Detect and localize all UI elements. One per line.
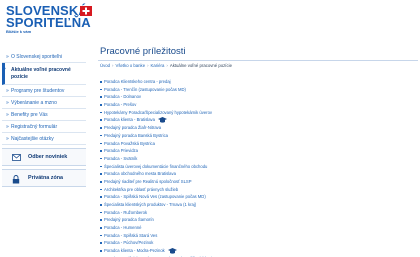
- job-link[interactable]: Poradca Klientskeho centra - predaj: [100, 78, 300, 86]
- job-title: Predajný poradca Žiaľr-Nitrava: [104, 125, 162, 131]
- sidebar-item-label: Aktuálne voľné pracovné pozície: [11, 67, 71, 80]
- job-link[interactable]: Poradca - Prešov: [100, 101, 300, 109]
- job-link[interactable]: Architekt/ka pre oblasť právnych služieb: [100, 186, 300, 194]
- breadcrumb-home[interactable]: Úvod: [100, 63, 110, 68]
- job-link[interactable]: Poradca - Ružomberok: [100, 209, 300, 217]
- job-title: Poradca - Púchov/Pezinok: [104, 240, 154, 246]
- bullet-icon: »: [6, 124, 9, 130]
- job-title: Hypotekárny Poradca/Špecializovaný hypot…: [104, 109, 213, 115]
- sidebar-item-label: Registračný formulár: [11, 124, 58, 130]
- sidebar-nav: » O Slovenskej sporiteľni » Aktuálne voľné…: [2, 51, 86, 187]
- job-list: Poradca Klientskeho centra - predaj Porad…: [100, 78, 300, 257]
- sidebar-item-about[interactable]: » O Slovenskej sporiteľni: [2, 51, 86, 63]
- breadcrumb-separator: ›: [166, 63, 168, 68]
- sidebar-item-benefits[interactable]: » Benefity pre Vás: [2, 109, 86, 121]
- private-zone-link[interactable]: Privátna zóna: [2, 169, 86, 187]
- sidebar-item-label: Benefity pre Vás: [11, 112, 48, 118]
- brand-name-line2: SPORITEĽŇA: [6, 15, 91, 30]
- job-link[interactable]: Poradca obchodného mesta Bratislava: [100, 170, 300, 178]
- bullet-icon: »: [3, 66, 6, 72]
- brand-tagline: Blížšie k vám: [6, 29, 32, 34]
- job-title: Poradca - Spišská Stará Ves: [104, 232, 158, 238]
- job-title: Poradca - Ružomberok: [104, 209, 148, 215]
- job-link[interactable]: Hypotekárny Poradca/Špecializovaný hypot…: [100, 109, 300, 117]
- job-title: Poradca - Dolnanov: [104, 94, 142, 100]
- bullet-icon: »: [6, 112, 9, 118]
- job-link[interactable]: Poradca - Spišská Stará Ves: [100, 232, 300, 240]
- job-title: Poradca klienta - Modra-Pezinok: [104, 248, 165, 254]
- page-title: Pracovné príležitosti: [100, 46, 186, 57]
- job-link[interactable]: Špecialista úverovej dokumentácie finanč…: [100, 163, 300, 171]
- job-link[interactable]: Poradca - Dolnanov: [100, 93, 300, 101]
- graduate-cap-icon: [167, 248, 177, 254]
- job-title: Poradca - Trenčín (zastupovanie počas MD…: [104, 86, 186, 92]
- job-link[interactable]: Poradca Prievidza: [100, 147, 300, 155]
- job-link[interactable]: Poradca - Humenné: [100, 224, 300, 232]
- job-link[interactable]: Predajný poradca Šamorín: [100, 216, 300, 224]
- job-link[interactable]: Špecialista klientských produktov - Trna…: [100, 201, 300, 209]
- job-title: Poradca - Spišská Nová Ves (zastupovanie…: [104, 194, 206, 200]
- job-title: Poradca - Humenné: [104, 225, 142, 231]
- job-title: Poradca Prievidza: [104, 148, 138, 154]
- job-title: Architekt/ka pre oblasť právnych služieb: [104, 186, 179, 192]
- breadcrumb-current: Aktuálne voľné pracovné pozície: [169, 63, 232, 68]
- job-link[interactable]: Predajný poradca Žiaľr-Nitrava: [100, 124, 300, 132]
- bullet-icon: »: [6, 88, 9, 94]
- job-link[interactable]: Predajný poradca Banská Bystrica: [100, 132, 300, 140]
- newsletter-link[interactable]: Odber noviniek: [2, 148, 86, 166]
- breadcrumb: Úvod › Všetko o banke › Kariéra › Aktuálne voľ…: [100, 63, 232, 68]
- sidebar-item-label: Výberánanie a mzno: [11, 100, 57, 106]
- job-title: Poradca klienta - Bratislava: [104, 117, 155, 123]
- breadcrumb-separator: ›: [112, 63, 114, 68]
- job-link[interactable]: Poradca - Spišská Nová Ves (zastupovanie…: [100, 193, 300, 201]
- graduate-cap-icon: [157, 117, 167, 123]
- private-zone-label: Privátna zóna: [28, 175, 64, 181]
- job-link[interactable]: Poradca klienta - Modra-Pezinok: [100, 247, 300, 255]
- sidebar-item-registration[interactable]: » Registračný formulár: [2, 121, 86, 133]
- job-title: Predajný poradca Šamorín: [104, 217, 154, 223]
- job-title: Poradca - Prešov: [104, 102, 137, 108]
- job-title: Predajný poradca Banská Bystrica: [104, 132, 169, 138]
- job-title: Poradca obchodného mesta Bratislava: [104, 171, 176, 177]
- breadcrumb-career[interactable]: Kariéra: [151, 63, 165, 68]
- lock-icon: [12, 175, 20, 184]
- breadcrumb-about-bank[interactable]: Všetko o banke: [115, 63, 145, 68]
- job-title: Poradca Považská Bystrica: [104, 140, 155, 146]
- sidebar-item-label: Najčastejšie otázky: [11, 136, 54, 142]
- breadcrumb-separator: ›: [147, 63, 149, 68]
- sidebar-item-label: O Slovenskej sporiteľni: [11, 54, 63, 60]
- bullet-icon: »: [6, 136, 9, 142]
- job-title: Predajný riaditeľ pre Realitnú spoločnos…: [104, 178, 192, 184]
- job-link[interactable]: Poradca - Púchov/Pezinok: [100, 239, 300, 247]
- sidebar-item-student-programs[interactable]: » Programy pre študentov: [2, 85, 86, 97]
- job-link[interactable]: Poradca klienta - Bratislava: [100, 116, 300, 124]
- sidebar-item-open-positions[interactable]: » Aktuálne voľné pracovné pozície: [2, 63, 86, 85]
- job-link[interactable]: Poradca - Trenčín (zastupovanie počas MD…: [100, 86, 300, 94]
- sidebar-item-label: Programy pre študentov: [11, 88, 65, 94]
- main-content: Pracovné príležitosti Úvod › Všetko o bank…: [94, 0, 420, 257]
- newsletter-label: Odber noviniek: [28, 154, 68, 160]
- job-link[interactable]: Poradca Považská Bystrica: [100, 140, 300, 148]
- bullet-icon: »: [6, 54, 9, 60]
- title-divider: [98, 60, 418, 61]
- job-title: Poradca - Svätník: [104, 155, 138, 161]
- job-link[interactable]: Predajný riaditeľ pre Realitnú spoločnos…: [100, 178, 300, 186]
- brand-logo[interactable]: SLOVENSKÁ SPORITEĽŇA Blížšie k vám: [6, 4, 96, 38]
- sidebar-item-faq[interactable]: » Najčastejšie otázky: [2, 133, 86, 145]
- job-title: Špecialista klientských produktov - Trna…: [104, 202, 197, 207]
- job-link[interactable]: Poradca - Svätník: [100, 155, 300, 163]
- newsletter-icon: [12, 154, 21, 161]
- bullet-icon: »: [6, 100, 9, 106]
- job-title: Poradca Klientskeho centra - predaj: [104, 79, 171, 84]
- sidebar-item-selection[interactable]: » Výberánanie a mzno: [2, 97, 86, 109]
- job-title: Špecialista úverovej dokumentácie finanč…: [104, 163, 208, 169]
